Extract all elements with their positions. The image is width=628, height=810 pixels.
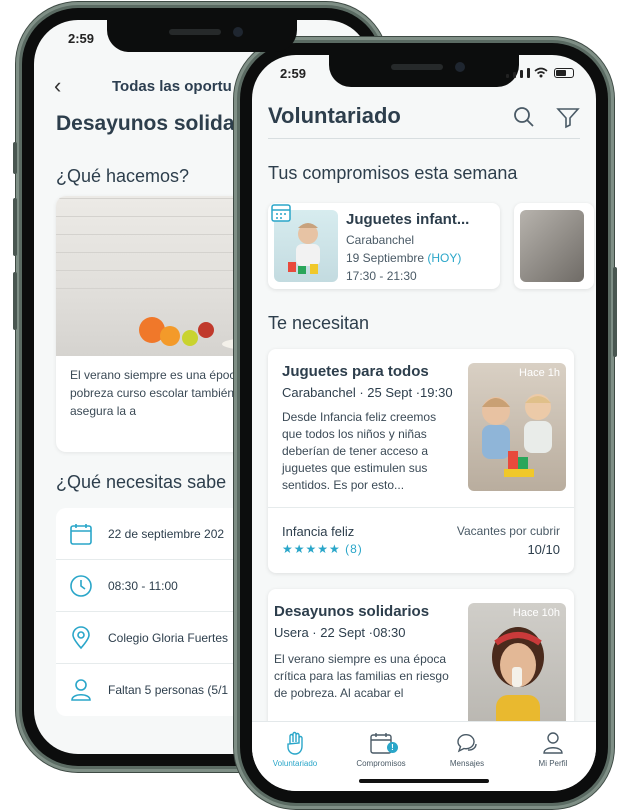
- section-heading-what: ¿Qué hacemos?: [56, 166, 190, 186]
- commitment-time: 17:30 - 21:30: [346, 269, 417, 283]
- tab-label: Compromisos: [356, 759, 406, 768]
- commitment-photo: [520, 210, 584, 282]
- volume-up-button: [13, 198, 17, 256]
- user-icon: [543, 732, 563, 754]
- status-time: 2:59: [280, 66, 307, 81]
- status-icons: [506, 67, 574, 78]
- opportunity-title: Juguetes para todos: [282, 363, 429, 380]
- rating: ★★★★★ (8): [282, 542, 363, 556]
- opportunity-photo: Hace 1h: [468, 363, 566, 491]
- notch: [329, 55, 519, 87]
- tab-label: Mi Perfil: [538, 759, 568, 768]
- tab-label: Mensajes: [449, 759, 485, 768]
- power-button: [613, 267, 617, 357]
- today-label: (HOY): [427, 251, 462, 265]
- calendar-icon: [271, 204, 291, 222]
- tab-label: Voluntariado: [272, 759, 318, 768]
- page-title: Desayunos solida: [56, 112, 235, 135]
- back-arrow-icon[interactable]: ‹: [54, 73, 61, 99]
- commitment-date-text: 19 Septiembre: [346, 251, 425, 265]
- opportunity-card[interactable]: Juguetes para todos Carabanchel · 25 Sep…: [268, 349, 574, 573]
- filter-icon[interactable]: [556, 105, 580, 129]
- commitment-card-partial[interactable]: [514, 203, 594, 289]
- info-time: 08:30 - 11:00: [108, 578, 178, 593]
- commitment-location: Carabanchel: [346, 233, 415, 247]
- tab-voluntariado[interactable]: Voluntariado: [260, 730, 330, 791]
- search-icon[interactable]: [512, 105, 536, 129]
- app-header: Voluntariado: [268, 97, 580, 139]
- calendar-icon: [70, 523, 92, 545]
- opportunity-description: Desde Infancia feliz creemos que todos l…: [282, 410, 437, 492]
- info-date: 22 de septiembre 202: [108, 526, 225, 541]
- vacancies-count: 10/10: [527, 542, 560, 557]
- section-heading-need: ¿Qué necesitas sabe: [56, 472, 227, 492]
- clock-icon: [70, 574, 92, 597]
- info-location: Colegio Gloria Fuertes: [108, 630, 229, 645]
- volume-down-button: [13, 272, 17, 330]
- page-title: Voluntariado: [268, 103, 401, 128]
- commitment-title: Juguetes infant...: [346, 211, 470, 228]
- opportunity-subtitle: Carabanchel · 25 Sept ·19:30: [282, 385, 453, 400]
- opportunity-footer: Infancia feliz ★★★★★ (8) Vacantes por cu…: [268, 507, 574, 573]
- mute-switch: [13, 142, 17, 174]
- posted-ago: Hace 1h: [519, 367, 560, 379]
- section-heading-commitments: Tus compromisos esta semana: [268, 163, 518, 183]
- vacancies-label: Vacantes por cubrir: [456, 524, 560, 538]
- info-people: Faltan 5 personas (5/1: [108, 683, 229, 697]
- wifi-icon: [534, 67, 548, 78]
- location-pin-icon: [72, 625, 90, 649]
- posted-ago: Hace 10h: [512, 607, 560, 619]
- section-heading-needs: Te necesitan: [268, 313, 370, 333]
- commitment-card[interactable]: Juguetes infant... Carabanchel 19 Septie…: [268, 203, 500, 289]
- phone-front: 2:59 Voluntariado Tus compromisos esta s…: [234, 37, 617, 809]
- chat-icon: [457, 734, 477, 753]
- person-icon: [71, 679, 91, 701]
- hand-icon: [287, 731, 303, 755]
- organization-name[interactable]: Infancia feliz: [282, 524, 354, 539]
- opportunity-subtitle: Usera · 22 Sept ·08:30: [274, 625, 406, 640]
- opportunity-title: Desayunos solidarios: [274, 603, 430, 620]
- commitment-date: 19 Septiembre (HOY): [346, 251, 461, 265]
- nav-title: Todas las oportu: [112, 77, 232, 95]
- front-screen: 2:59 Voluntariado Tus compromisos esta s…: [252, 55, 596, 791]
- notification-badge: !: [387, 742, 398, 753]
- opportunity-description: El verano siempre es una época crítica p…: [274, 652, 449, 700]
- status-time: 2:59: [68, 31, 95, 46]
- home-indicator: [359, 779, 489, 783]
- tab-mi-perfil[interactable]: Mi Perfil: [518, 730, 588, 791]
- battery-icon: [554, 68, 574, 78]
- notch: [107, 20, 297, 52]
